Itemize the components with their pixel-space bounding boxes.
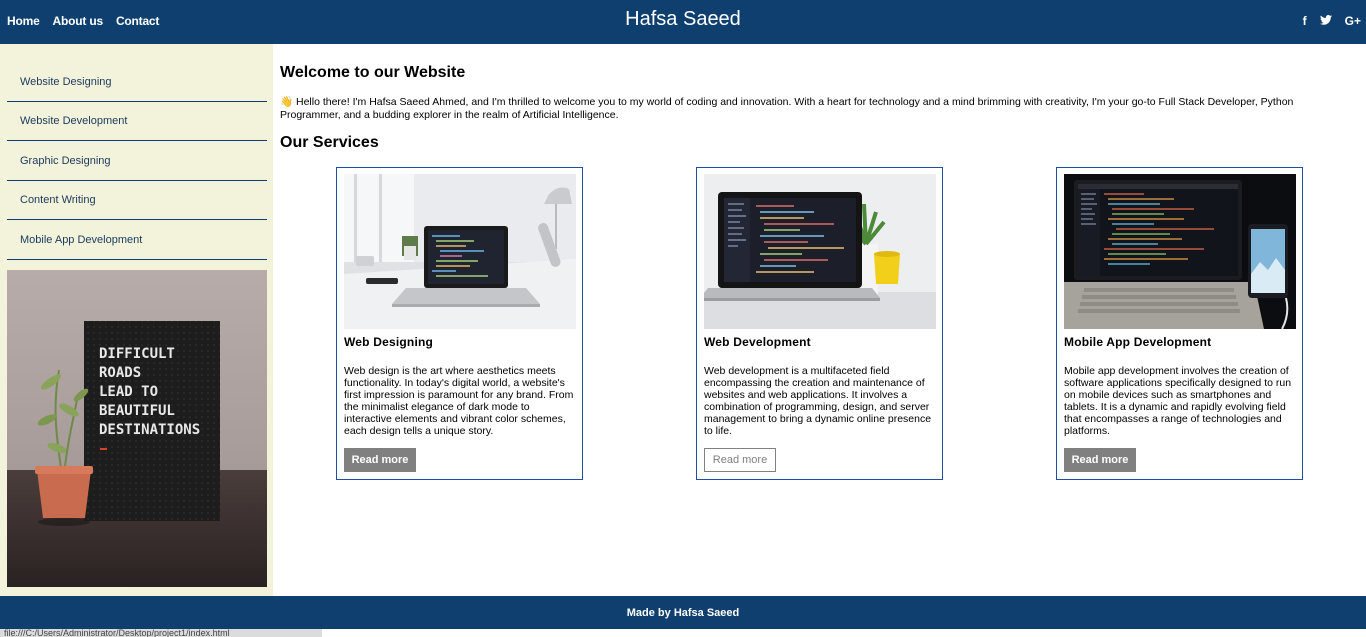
sidebar-item-content-writing[interactable]: Content Writing [7, 181, 267, 220]
welcome-title: Welcome to our Website [280, 64, 466, 81]
sidebar: Website Designing Website Development Gr… [0, 44, 273, 596]
site-footer: Made by Hafsa Saeed [0, 596, 1366, 629]
read-more-button[interactable]: Read more [704, 448, 776, 472]
site-title: Hafsa Saeed [625, 8, 741, 30]
letterboard-line: BEAUTIFUL [99, 403, 175, 419]
sidebar-item-label: Website Designing [20, 75, 112, 88]
sidebar-item-website-development[interactable]: Website Development [7, 102, 267, 141]
twitter-icon[interactable] [1319, 14, 1332, 28]
laptop-code-image [704, 174, 936, 329]
card-title: Mobile App Development [1064, 335, 1212, 349]
social-links: f G+ [1303, 14, 1361, 28]
service-card-web-development: Web Development Web development is a mul… [696, 167, 943, 480]
service-card-mobile-app-development: Mobile App Development Mobile app develo… [1056, 167, 1303, 480]
letterboard-line: ROADS [99, 365, 141, 381]
google-plus-icon[interactable]: G+ [1345, 14, 1361, 28]
sidebar-item-label: Graphic Designing [20, 154, 111, 167]
letterboard-line: DIFFICULT [99, 346, 175, 362]
motivational-letterboard-image: DIFFICULT ROADS LEAD TO BEAUTIFUL DESTIN… [7, 270, 267, 587]
card-title: Web Development [704, 335, 811, 349]
card-description: Mobile app development involves the crea… [1064, 365, 1292, 437]
status-url: file:///C:/Users/Administrator/Desktop/p… [4, 629, 230, 637]
sidebar-item-graphic-designing[interactable]: Graphic Designing [7, 141, 267, 181]
read-more-button[interactable]: Read more [1064, 448, 1136, 472]
services-title: Our Services [280, 134, 379, 151]
sidebar-menu: Website Designing Website Development Gr… [7, 62, 267, 260]
intro-paragraph: 👋 Hello there! I'm Hafsa Saeed Ahmed, an… [280, 96, 1294, 121]
read-more-button[interactable]: Read more [344, 448, 416, 472]
browser-status-bar: file:///C:/Users/Administrator/Desktop/p… [0, 629, 322, 637]
laptop-phone-image [1064, 174, 1296, 329]
workspace-laptop-image [344, 174, 576, 329]
service-card-web-designing: Web Designing Web design is the art wher… [336, 167, 583, 480]
sidebar-item-mobile-app-development[interactable]: Mobile App Development [7, 220, 267, 260]
footer-credit: Made by Hafsa Saeed [626, 606, 740, 619]
facebook-icon[interactable]: f [1303, 14, 1307, 28]
card-description: Web design is the art where aesthetics m… [344, 365, 574, 437]
sidebar-item-website-designing[interactable]: Website Designing [7, 62, 267, 102]
sidebar-item-label: Content Writing [20, 194, 96, 207]
letterboard-line: DESTINATIONS [99, 422, 200, 438]
card-description: Web development is a multifaceted field … [704, 365, 932, 437]
site-header: Home About us Contact Hafsa Saeed f G+ [0, 0, 1366, 44]
sidebar-item-label: Mobile App Development [20, 233, 143, 246]
letterboard-line: LEAD TO [99, 384, 158, 400]
sidebar-item-label: Website Development [20, 115, 128, 128]
card-title: Web Designing [344, 335, 434, 349]
